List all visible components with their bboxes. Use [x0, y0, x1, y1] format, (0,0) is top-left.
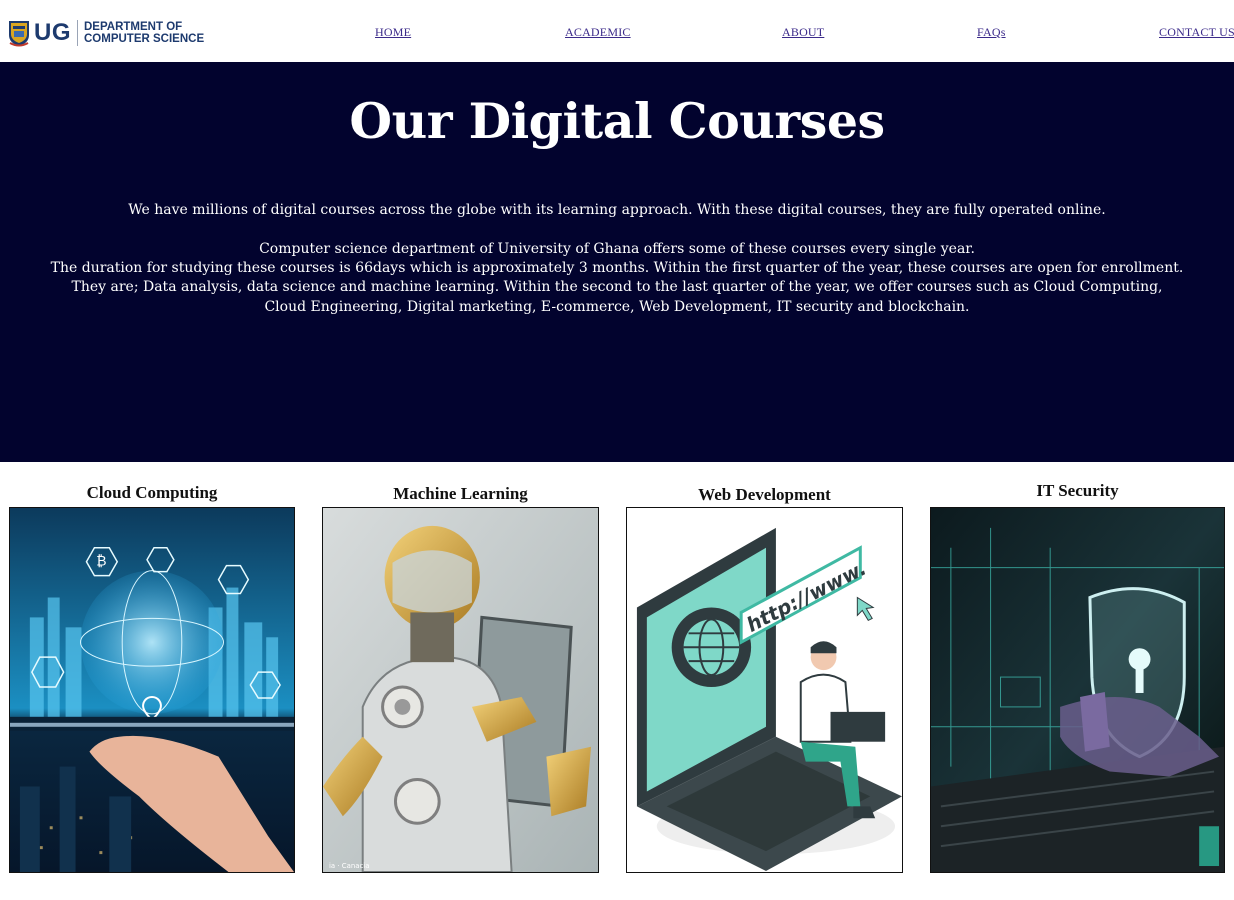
- hero-body-line: The duration for studying these courses …: [50, 260, 1184, 277]
- nav-contact-link[interactable]: CONTACT US: [1159, 25, 1234, 40]
- robot-illustration: ia · Canacia: [323, 508, 598, 872]
- laptop-www-illustration: http://www.: [627, 508, 902, 872]
- hero-intro-text: We have millions of digital courses acro…: [128, 202, 1106, 218]
- nav-about-link[interactable]: ABOUT: [782, 25, 824, 40]
- page-title: Our Digital Courses: [349, 92, 885, 150]
- site-logo[interactable]: UG DEPARTMENT OF COMPUTER SCIENCE: [8, 17, 204, 49]
- logo-department-name: DEPARTMENT OF COMPUTER SCIENCE: [84, 21, 204, 46]
- logo-divider: [77, 20, 78, 46]
- robot-image[interactable]: ia · Canacia: [322, 507, 599, 873]
- nav-home-link[interactable]: HOME: [375, 25, 411, 40]
- nav-academic-link[interactable]: ACADEMIC: [565, 25, 631, 40]
- svg-text:₿: ₿: [96, 554, 106, 570]
- hero-body-text: Computer science department of Universit…: [0, 240, 1234, 317]
- hero-body-line: Computer science department of Universit…: [259, 241, 975, 257]
- hero-section: Our Digital Courses We have millions of …: [0, 62, 1234, 462]
- course-title-machine-learning: Machine Learning: [393, 484, 528, 503]
- site-header: UG DEPARTMENT OF COMPUTER SCIENCE HOME A…: [0, 0, 1234, 62]
- logo-line-2: COMPUTER SCIENCE: [84, 33, 205, 45]
- security-shield-illustration: [931, 508, 1224, 872]
- course-title-cloud-computing: Cloud Computing: [86, 483, 218, 502]
- cloud-computing-image[interactable]: ₿: [9, 507, 295, 873]
- course-title-web-development: Web Development: [698, 485, 831, 504]
- logo-abbreviation: UG: [34, 19, 71, 46]
- logo-line-1: DEPARTMENT OF: [84, 20, 183, 33]
- university-crest-icon: [9, 21, 29, 47]
- svg-text:ia · Canacia: ia · Canacia: [329, 862, 369, 870]
- security-shield-image[interactable]: [930, 507, 1225, 873]
- hero-body-line: They are; Data analysis, data science an…: [71, 279, 1163, 296]
- nav-faqs-link[interactable]: FAQs: [977, 25, 1006, 40]
- course-title-it-security: IT Security: [1036, 481, 1119, 500]
- laptop-www-image[interactable]: http://www.: [626, 507, 903, 873]
- hero-body-line: Cloud Engineering, Digital marketing, E-…: [264, 298, 970, 315]
- cloud-computing-illustration: ₿: [10, 508, 294, 872]
